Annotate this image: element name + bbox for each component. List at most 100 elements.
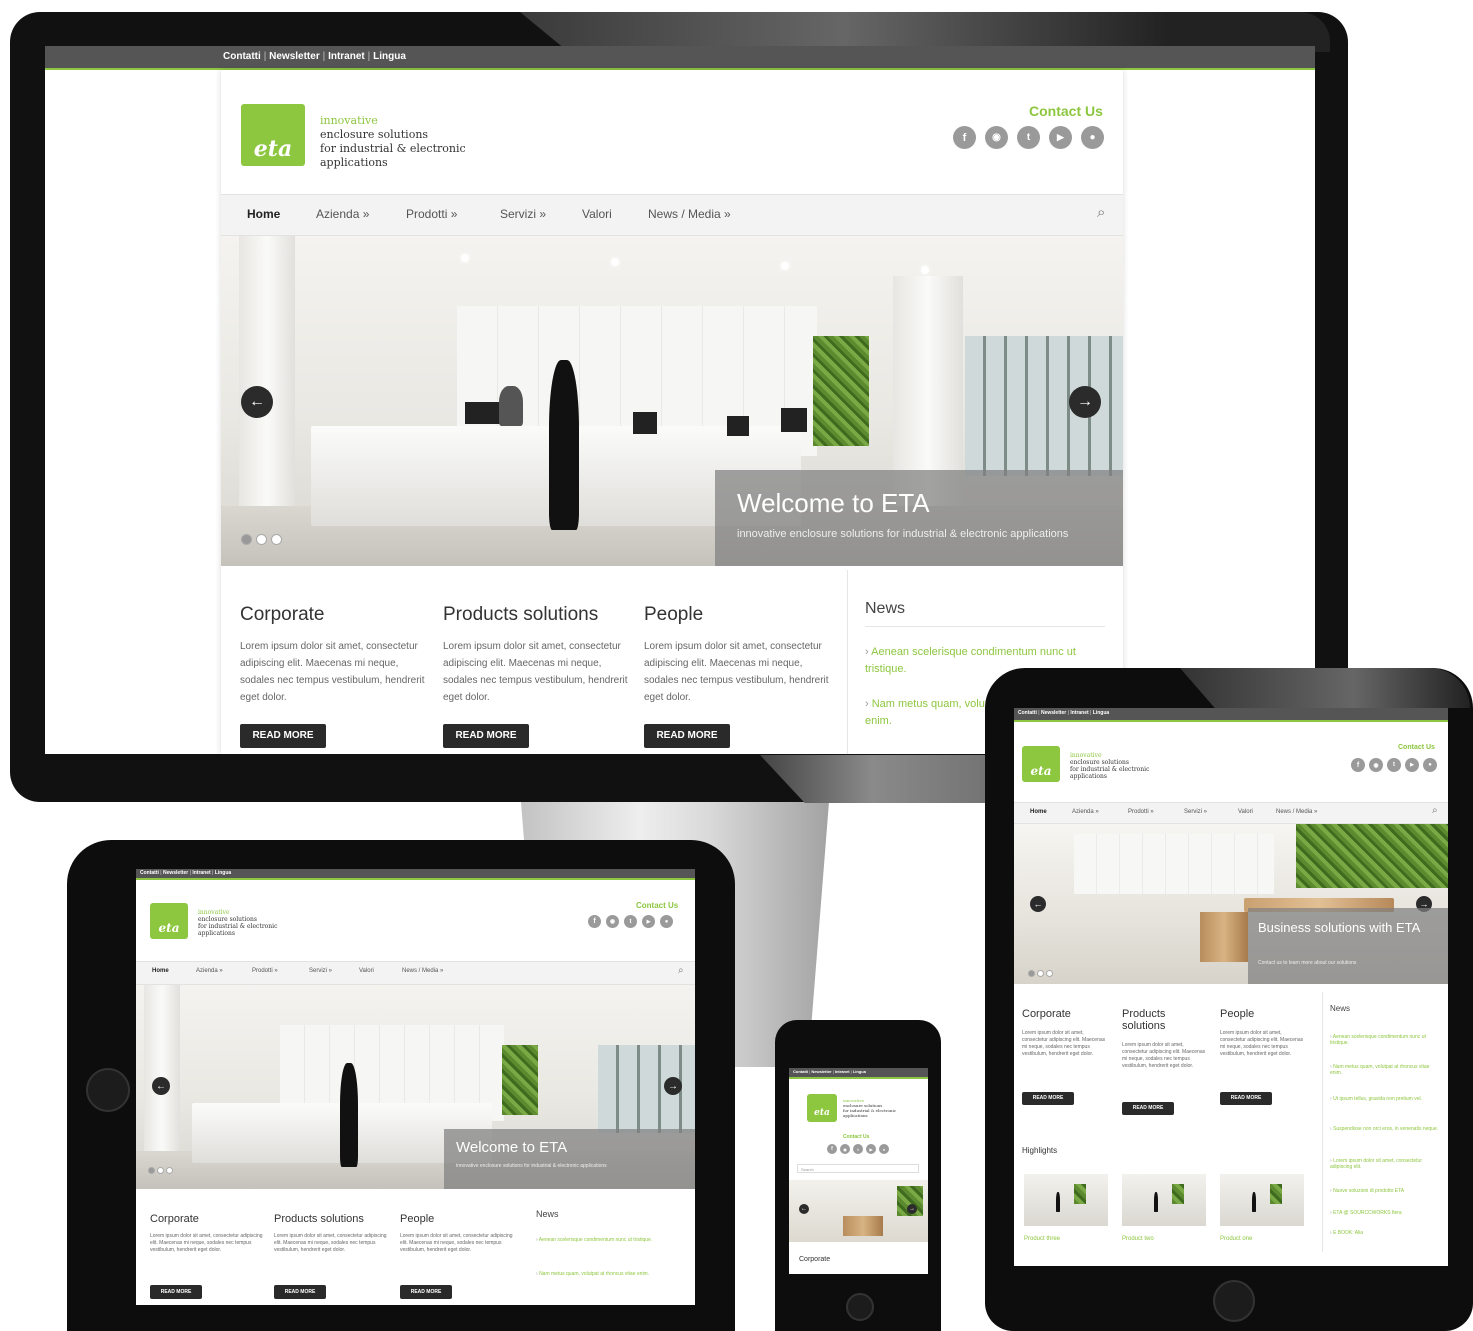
nav-azienda[interactable]: Azienda » xyxy=(316,207,369,221)
top-link-intranet[interactable]: Intranet xyxy=(1070,710,1088,716)
facebook-icon[interactable]: f xyxy=(827,1144,837,1154)
facebook-icon[interactable]: f xyxy=(588,915,601,928)
rss-icon[interactable]: ◉ xyxy=(840,1144,850,1154)
top-link-contatti[interactable]: Contatti xyxy=(1018,710,1037,716)
top-link-lingua[interactable]: Lingua xyxy=(1093,710,1109,716)
read-more-button[interactable]: READ MORE xyxy=(1022,1092,1074,1105)
contact-us-link[interactable]: Contact Us xyxy=(1029,103,1103,119)
flickr-icon[interactable]: ● xyxy=(879,1144,889,1154)
read-more-button[interactable]: READ MORE xyxy=(150,1285,202,1299)
eta-logo[interactable]: eta xyxy=(807,1094,837,1122)
prev-slide-button[interactable]: ← xyxy=(241,386,273,418)
rss-icon[interactable]: ◉ xyxy=(1369,758,1383,772)
nav-servizi[interactable]: Servizi » xyxy=(309,968,332,974)
youtube-icon[interactable]: ▶ xyxy=(642,915,655,928)
highlight-thumbnail[interactable] xyxy=(1122,1174,1206,1226)
top-link-contatti[interactable]: Contatti xyxy=(793,1069,808,1074)
news-item[interactable]: › ETA @ SOURCCWORKS fiera xyxy=(1330,1210,1442,1216)
search-icon[interactable]: ⌕ xyxy=(1097,204,1105,221)
flickr-icon[interactable]: ● xyxy=(660,915,673,928)
nav-azienda[interactable]: Azienda » xyxy=(196,968,223,974)
top-link-intranet[interactable]: Intranet xyxy=(328,51,365,62)
twitter-icon[interactable]: t xyxy=(853,1144,863,1154)
slide-dot[interactable] xyxy=(1046,970,1053,977)
facebook-icon[interactable]: f xyxy=(1351,758,1365,772)
twitter-icon[interactable]: t xyxy=(624,915,637,928)
nav-servizi[interactable]: Servizi » xyxy=(500,207,546,221)
slide-dot[interactable] xyxy=(241,534,252,545)
next-slide-button[interactable]: → xyxy=(664,1077,682,1095)
nav-news-media[interactable]: News / Media » xyxy=(648,207,731,221)
read-more-button[interactable]: READ MORE xyxy=(1220,1092,1272,1105)
search-icon[interactable]: ⌕ xyxy=(1432,805,1438,816)
slide-dot[interactable] xyxy=(157,1167,164,1174)
nav-news-media[interactable]: News / Media » xyxy=(1276,809,1317,815)
news-item[interactable]: › Aenean scelerisque condimentum nunc ut… xyxy=(1330,1034,1442,1046)
next-slide-button[interactable]: → xyxy=(907,1204,917,1214)
top-link-newsletter[interactable]: Newsletter xyxy=(163,870,188,876)
read-more-button[interactable]: READ MORE xyxy=(274,1285,326,1299)
rss-icon[interactable]: ◉ xyxy=(985,126,1008,149)
highlight-thumbnail[interactable] xyxy=(1024,1174,1108,1226)
nav-home[interactable]: Home xyxy=(1030,809,1047,815)
slide-dot[interactable] xyxy=(148,1167,155,1174)
nav-prodotti[interactable]: Prodotti » xyxy=(406,207,457,221)
news-item[interactable]: › Ut ipsum tellus, gravida non pretium v… xyxy=(1330,1096,1442,1102)
youtube-icon[interactable]: ▶ xyxy=(1049,126,1072,149)
news-item[interactable]: › Nuove soluzioni di prodotto ETA xyxy=(1330,1188,1442,1194)
top-link-lingua[interactable]: Lingua xyxy=(373,51,406,62)
read-more-button[interactable]: READ MORE xyxy=(443,724,529,748)
slide-dot[interactable] xyxy=(1037,970,1044,977)
facebook-icon[interactable]: f xyxy=(953,126,976,149)
read-more-button[interactable]: READ MORE xyxy=(400,1285,452,1299)
eta-logo[interactable]: eta xyxy=(150,903,188,939)
news-item[interactable]: › E BOOK: Alia xyxy=(1330,1230,1442,1236)
rss-icon[interactable]: ◉ xyxy=(606,915,619,928)
contact-us-link[interactable]: Contact Us xyxy=(843,1134,869,1140)
nav-home[interactable]: Home xyxy=(247,207,280,221)
read-more-button[interactable]: READ MORE xyxy=(644,724,730,748)
news-item[interactable]: › Lorem ipsum dolor sit amet, consectetu… xyxy=(1330,1158,1442,1170)
read-more-button[interactable]: READ MORE xyxy=(240,724,326,748)
eta-logo[interactable]: eta xyxy=(241,104,305,166)
youtube-icon[interactable]: ▶ xyxy=(1405,758,1419,772)
nav-valori[interactable]: Valori xyxy=(359,968,374,974)
top-link-lingua[interactable]: Lingua xyxy=(215,870,231,876)
twitter-icon[interactable]: t xyxy=(1017,126,1040,149)
nav-valori[interactable]: Valori xyxy=(1238,809,1253,815)
slide-dot[interactable] xyxy=(1028,970,1035,977)
prev-slide-button[interactable]: ← xyxy=(152,1077,170,1095)
contact-us-link[interactable]: Contact Us xyxy=(636,901,678,910)
highlight-thumbnail[interactable] xyxy=(1220,1174,1304,1226)
next-slide-button[interactable]: → xyxy=(1069,386,1101,418)
top-link-newsletter[interactable]: Newsletter xyxy=(811,1069,831,1074)
nav-prodotti[interactable]: Prodotti » xyxy=(1128,809,1154,815)
search-input[interactable]: Search xyxy=(797,1164,919,1173)
eta-logo[interactable]: eta xyxy=(1022,746,1060,782)
slide-dot[interactable] xyxy=(166,1167,173,1174)
nav-home[interactable]: Home xyxy=(152,968,169,974)
news-item[interactable]: › Aenean scelerisque condimentum nunc ut… xyxy=(536,1237,682,1244)
top-link-newsletter[interactable]: Newsletter xyxy=(1041,710,1066,716)
news-item[interactable]: › Suspendisse non orci eros, in venenati… xyxy=(1330,1126,1442,1132)
news-item[interactable]: › Nam metus quam, volutpat at rhoncus vi… xyxy=(1330,1064,1442,1076)
twitter-icon[interactable]: t xyxy=(1387,758,1401,772)
nav-valori[interactable]: Valori xyxy=(582,207,612,221)
nav-servizi[interactable]: Servizi » xyxy=(1184,809,1207,815)
slide-dot[interactable] xyxy=(271,534,282,545)
search-icon[interactable]: ⌕ xyxy=(678,965,684,976)
highlight-link[interactable]: Product two xyxy=(1122,1236,1154,1242)
top-link-intranet[interactable]: Intranet xyxy=(835,1069,850,1074)
top-link-contatti[interactable]: Contatti xyxy=(140,870,159,876)
prev-slide-button[interactable]: ← xyxy=(799,1204,809,1214)
nav-news-media[interactable]: News / Media » xyxy=(402,968,443,974)
nav-prodotti[interactable]: Prodotti » xyxy=(252,968,278,974)
contact-us-link[interactable]: Contact Us xyxy=(1398,744,1435,751)
news-item[interactable]: › Nam metus quam, volutpat at rhoncus vi… xyxy=(536,1271,682,1278)
top-link-contatti[interactable]: Contatti xyxy=(223,51,261,62)
top-link-newsletter[interactable]: Newsletter xyxy=(269,51,320,62)
top-link-intranet[interactable]: Intranet xyxy=(192,870,210,876)
highlight-link[interactable]: Product three xyxy=(1024,1236,1060,1242)
flickr-icon[interactable]: ● xyxy=(1081,126,1104,149)
nav-azienda[interactable]: Azienda » xyxy=(1072,809,1099,815)
